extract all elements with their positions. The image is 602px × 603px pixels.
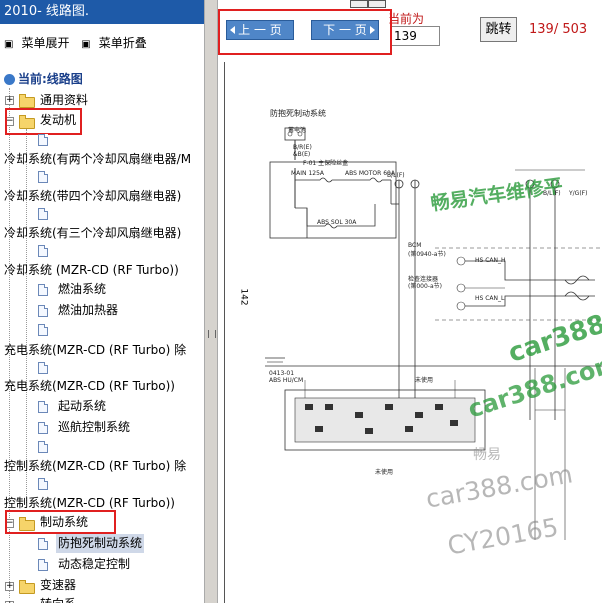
label-battery: 蓄电池 (288, 127, 307, 134)
page-count: 139/ 503 (529, 22, 588, 37)
label-bw: &B(E) (293, 151, 311, 158)
tree-item-cruise[interactable]: 巡航控制系统 (58, 418, 130, 437)
expand-toggle-icon[interactable]: + (5, 582, 14, 591)
document-icon (38, 478, 48, 490)
tree-item-cooling-mzr[interactable]: 冷却系统 (MZR-CD (RF Turbo)) (4, 261, 179, 280)
document-icon (38, 362, 48, 374)
document-icon (38, 171, 48, 183)
menu-expand-button[interactable]: 菜单展开 (21, 36, 69, 50)
document-icon (38, 401, 48, 413)
document-viewer: 上 一 页 下 一 页 当前为 139 跳转 139/ 503 142 防抱死制… (218, 0, 602, 603)
tree-panel: 2010- 线路图. ▣ 菜单展开 ▣ 菜单折叠 当前:线路图 + 通用资料 − 发… (0, 0, 204, 603)
tree-item-control-except[interactable]: 控制系统(MZR-CD (RF Turbo) 除 (4, 457, 186, 476)
panel-splitter[interactable] (204, 0, 218, 603)
wiring-schematic (265, 127, 602, 540)
menu-collapse-icon[interactable]: ▣ (81, 39, 90, 50)
diagram-title: 防抱死制动系统 (270, 109, 326, 118)
tree-item-steering[interactable]: 转向系 (40, 595, 76, 603)
label-unused-top: 未使用 (415, 377, 434, 384)
tree-root[interactable]: 当前:线路图 (4, 70, 83, 89)
document-icon (38, 441, 48, 453)
label-abs-sol-fuse: ABS SOL 30A (317, 219, 357, 226)
document-icon (38, 324, 48, 336)
page-number: 142 (238, 288, 249, 306)
folder-icon (19, 580, 35, 594)
tree-root-label: 当前:线路图 (18, 72, 83, 86)
folder-icon (19, 94, 35, 108)
document-icon (38, 422, 48, 434)
document-icon (38, 208, 48, 220)
manual-title: 2010- 线路图. (0, 0, 204, 24)
label-module-name: ABS HU/CM (269, 377, 304, 384)
document-icon (38, 559, 48, 571)
label-f01: F-01 主保险丝盒 (303, 160, 349, 167)
label-unused-bottom: 未使用 (375, 469, 394, 476)
label-check-section: (第000-a节) (408, 283, 442, 290)
label-br: B/R(E) (293, 144, 312, 151)
tree-item-transmission[interactable]: 变速器 (40, 576, 76, 595)
splitter-grip-icon[interactable] (208, 330, 216, 338)
highlight-brakes-box (5, 510, 116, 534)
label-module-id: 0413-01 (269, 370, 295, 377)
tree-item-abs[interactable]: 防抱死制动系统 (56, 534, 145, 553)
label-bl: B/L(F) (387, 172, 405, 179)
current-page-label: 当前为 (388, 12, 425, 26)
menu-collapse-button[interactable]: 菜单折叠 (99, 36, 147, 50)
document-icon (38, 538, 48, 550)
page-number-input[interactable]: 139 (390, 26, 440, 46)
tree-item-cooling-two-fans[interactable]: 冷却系统(有两个冷却风扇继电器/M (4, 150, 191, 169)
label-main-fuse: MAIN 125A (291, 170, 325, 177)
go-button[interactable]: 跳转 (480, 17, 517, 42)
tree-item-cooling-four-fans[interactable]: 冷却系统(带四个冷却风扇继电器) (4, 187, 181, 206)
toolbar-icon[interactable] (350, 0, 368, 8)
tree-item-fuel-heater[interactable]: 燃油加热器 (58, 301, 118, 320)
highlight-engine-box (5, 108, 82, 135)
tree-item-dsc[interactable]: 动态稳定控制 (58, 555, 130, 574)
wiring-diagram-page: 142 防抱死制动系统 蓄电池 B/R(E) &B(E) F-01 主保险丝盒 … (224, 62, 602, 603)
tree-item-charging-mzr[interactable]: 充电系统(MZR-CD (RF Turbo)) (4, 377, 175, 396)
menu-expand-icon[interactable]: ▣ (4, 39, 13, 50)
menu-toolbar: ▣ 菜单展开 ▣ 菜单折叠 (4, 34, 155, 51)
tree-guide-line (26, 129, 27, 503)
tree-item-starting[interactable]: 起动系统 (58, 397, 106, 416)
document-icon (38, 305, 48, 317)
document-icon (38, 284, 48, 296)
label-bcm-section: (第0940-a节) (408, 251, 446, 258)
document-icon (38, 245, 48, 257)
tree-item-charging-except[interactable]: 充电系统(MZR-CD (RF Turbo) 除 (4, 341, 186, 360)
tree-item-cooling-three-fans[interactable]: 冷却系统(有三个冷却风扇继电器) (4, 224, 181, 243)
page-toolbar: 上 一 页 下 一 页 当前为 139 跳转 139/ 503 (218, 0, 602, 58)
label-bcm: BCM (408, 242, 422, 249)
globe-icon (4, 74, 15, 85)
label-yg: Y/G(F) (569, 190, 588, 197)
label-hs-can-l: HS CAN_L (475, 295, 505, 302)
toolbar-icon[interactable] (368, 0, 386, 8)
expand-toggle-icon[interactable]: + (5, 96, 14, 105)
highlight-nav-box (218, 9, 392, 55)
label-hs-can-h: HS CAN_H (475, 257, 506, 264)
tree-item-fuel-system[interactable]: 燃油系统 (58, 280, 106, 299)
document-icon (38, 134, 48, 146)
label-bl-right: B/L(F) (543, 190, 561, 197)
